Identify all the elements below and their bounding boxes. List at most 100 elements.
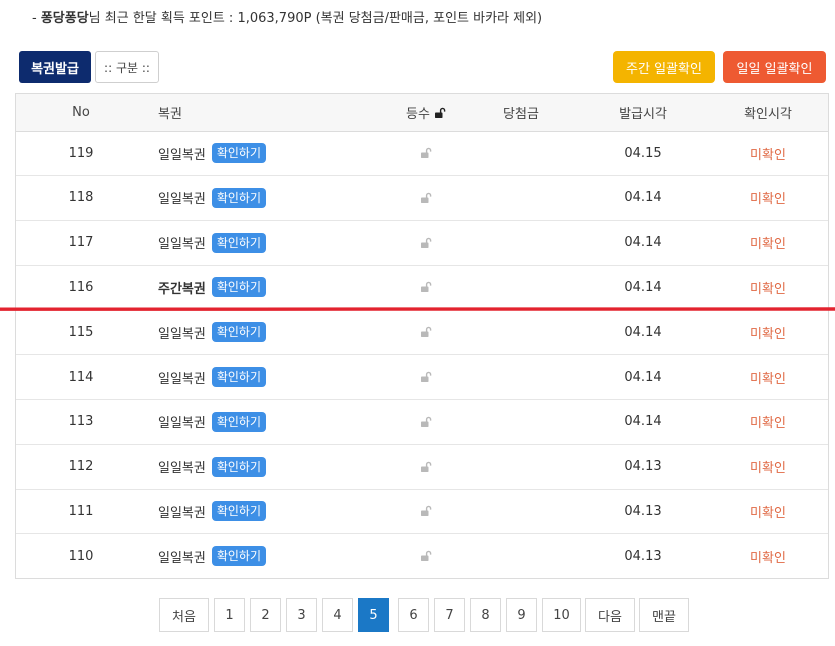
ticket-name: 일일복권 [158, 505, 206, 521]
row-checked-status: 미확인 [750, 416, 786, 432]
ticket-name: 일일복권 [158, 550, 206, 566]
row-prize [456, 489, 586, 533]
row-no: 111 [68, 503, 94, 519]
table-row: 113 일일복권 확인하기 04.14 미확인 [16, 400, 828, 445]
row-prize [456, 221, 586, 265]
row-issued: 04.13 [624, 459, 662, 475]
ticket-name: 일일복권 [158, 147, 206, 163]
category-select[interactable]: :: 구분 :: [95, 51, 159, 83]
row-ticket: 일일복권 확인하기 [158, 489, 378, 533]
row-prize [456, 445, 586, 489]
row-issued: 04.14 [624, 324, 662, 340]
header-rank-label: 등수 [406, 107, 430, 122]
row-prize [456, 176, 586, 220]
lock-open-icon [421, 506, 432, 517]
row-checked-status: 미확인 [750, 550, 786, 566]
table-row: 114 일일복권 확인하기 04.14 미확인 [16, 355, 828, 400]
ticket-name: 일일복권 [158, 371, 206, 387]
page-3[interactable]: 3 [286, 598, 317, 632]
weekly-bulk-confirm-button[interactable]: 주간 일괄확인 [613, 51, 715, 83]
lock-open-icon [421, 282, 432, 293]
row-no: 110 [68, 548, 94, 564]
lock-open-icon [421, 461, 432, 472]
pagination: 처음 1 2 3 4 5 6 7 8 9 10 다음 맨끝 [0, 598, 835, 634]
row-no: 113 [68, 414, 94, 430]
page-9[interactable]: 9 [506, 598, 537, 632]
row-prize [456, 534, 586, 578]
row-prize [456, 400, 586, 444]
confirm-ticket-button[interactable]: 확인하기 [211, 187, 267, 208]
page-7[interactable]: 7 [434, 598, 465, 632]
row-checked-status: 미확인 [750, 461, 786, 477]
row-no: 119 [68, 145, 94, 161]
row-no: 112 [68, 459, 94, 475]
row-ticket: 일일복권 확인하기 [158, 534, 378, 578]
row-issued: 04.14 [624, 369, 662, 385]
lock-open-icon [421, 326, 432, 338]
lock-open-icon[interactable] [434, 107, 446, 119]
lock-open-icon [421, 237, 432, 248]
row-ticket: 일일복권 확인하기 [158, 176, 378, 220]
lock-open-icon [421, 416, 432, 427]
row-no: 117 [68, 235, 94, 251]
row-checked-status: 미확인 [750, 192, 786, 208]
row-checked-status: 미확인 [750, 326, 786, 342]
page-10[interactable]: 10 [542, 598, 581, 632]
page-5[interactable]: 5 [358, 598, 389, 632]
ticket-name: 일일복권 [158, 461, 206, 477]
page-2[interactable]: 2 [250, 598, 281, 632]
confirm-ticket-button[interactable]: 확인하기 [211, 501, 267, 522]
row-no: 118 [68, 190, 94, 206]
row-issued: 04.15 [624, 145, 662, 161]
header-no: No [72, 105, 90, 120]
table-row: 116 주간복권 확인하기 04.14 미확인 [16, 265, 828, 311]
ticket-name: 일일복권 [158, 326, 206, 342]
row-issued: 04.14 [624, 235, 662, 251]
page-6[interactable]: 6 [398, 598, 429, 632]
confirm-ticket-button[interactable]: 확인하기 [211, 277, 267, 298]
row-ticket: 일일복권 확인하기 [158, 355, 378, 399]
confirm-ticket-button[interactable]: 확인하기 [211, 143, 267, 163]
page-4[interactable]: 4 [322, 598, 353, 632]
summary-text: 님 최근 한달 획득 포인트 : 1,063,790P (복권 당첨금/판매금,… [88, 11, 543, 26]
row-checked-status: 미확인 [750, 147, 786, 163]
confirm-ticket-button[interactable]: 확인하기 [211, 232, 267, 253]
points-summary: - 퐁당퐁당님 최근 한달 획득 포인트 : 1,063,790P (복권 당첨… [32, 7, 542, 26]
row-checked-status: 미확인 [750, 237, 786, 253]
page-1[interactable]: 1 [214, 598, 245, 632]
row-no: 115 [68, 324, 94, 340]
row-checked-status: 미확인 [750, 371, 786, 387]
daily-bulk-confirm-button[interactable]: 일일 일괄확인 [723, 51, 826, 83]
confirm-ticket-button[interactable]: 확인하기 [211, 367, 267, 387]
row-issued: 04.13 [624, 503, 662, 519]
summary-prefix: - [32, 11, 41, 26]
lock-open-icon [421, 550, 432, 562]
row-ticket: 주간복권 확인하기 [158, 265, 378, 309]
lock-open-icon [421, 371, 432, 382]
page-next[interactable]: 다음 [585, 598, 635, 632]
ticket-name: 일일복권 [158, 416, 206, 432]
table-row: 115 일일복권 확인하기 04.14 미확인 [16, 310, 828, 356]
page-first[interactable]: 처음 [159, 598, 209, 632]
confirm-ticket-button[interactable]: 확인하기 [211, 546, 267, 567]
header-issued: 발급시각 [619, 107, 667, 122]
confirm-ticket-button[interactable]: 확인하기 [211, 456, 267, 477]
row-ticket: 일일복권 확인하기 [158, 221, 378, 265]
row-prize [456, 131, 586, 175]
table-header: No 복권 등수 당첨금 발급시각 확인시각 [16, 94, 828, 132]
confirm-ticket-button[interactable]: 확인하기 [211, 411, 267, 432]
row-prize [456, 355, 586, 399]
row-ticket: 일일복권 확인하기 [158, 310, 378, 354]
summary-username: 퐁당퐁당 [40, 11, 89, 26]
issue-ticket-button[interactable]: 복권발급 [19, 51, 91, 83]
row-issued: 04.14 [624, 414, 662, 430]
page-8[interactable]: 8 [470, 598, 501, 632]
confirm-ticket-button[interactable]: 확인하기 [211, 322, 267, 343]
table-row: 111 일일복권 확인하기 04.13 미확인 [16, 489, 828, 535]
lock-open-icon [421, 192, 432, 203]
row-checked-status: 미확인 [750, 281, 786, 297]
header-ticket: 복권 [158, 107, 182, 122]
row-prize [456, 265, 586, 309]
page-last[interactable]: 맨끝 [639, 598, 689, 632]
lock-open-icon [421, 147, 432, 158]
